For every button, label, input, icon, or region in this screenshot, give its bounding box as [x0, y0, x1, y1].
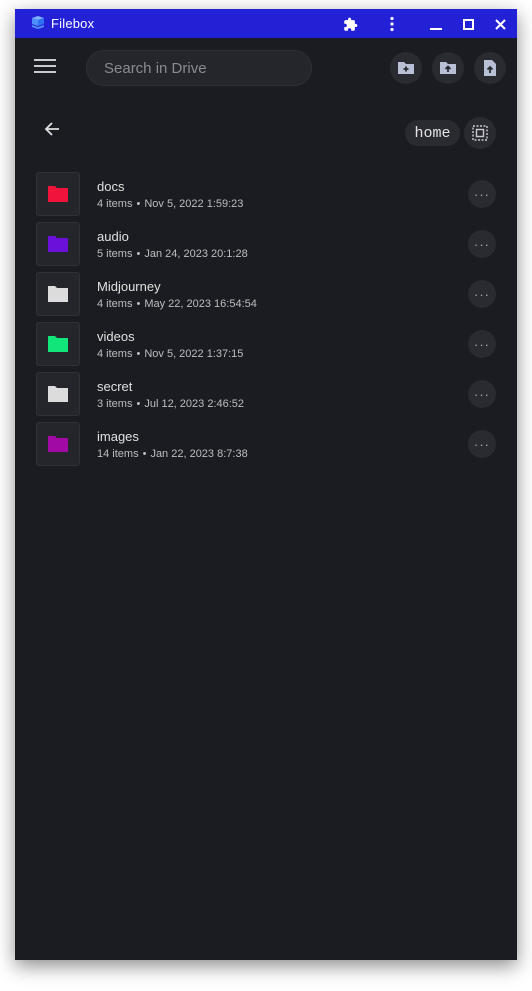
search-box[interactable]: [86, 50, 312, 86]
folder-thumbnail: [36, 422, 80, 466]
minimize-button[interactable]: [425, 13, 447, 35]
select-all-icon: [472, 125, 488, 141]
title-bar[interactable]: Filebox: [15, 9, 517, 38]
row-more-button[interactable]: ···: [468, 230, 496, 258]
create-new-folder-icon: [398, 62, 414, 74]
upload-file-button[interactable]: [474, 52, 506, 84]
row-more-button[interactable]: ···: [468, 280, 496, 308]
breadcrumb[interactable]: home: [405, 120, 460, 146]
folder-thumbnail: [36, 222, 80, 266]
puzzle-extension-icon: [343, 17, 357, 31]
select-mode-button[interactable]: [464, 117, 496, 149]
titlebar-menu-button[interactable]: [381, 13, 403, 35]
menu-button[interactable]: [34, 58, 60, 78]
more-horizontal-icon: ···: [474, 186, 490, 202]
hamburger-menu-icon: [34, 59, 56, 73]
close-button[interactable]: [489, 13, 511, 35]
list-item[interactable]: secret 3 items • Jul 12, 2023 2:46:52 ···: [15, 370, 517, 420]
file-name: Midjourney: [97, 279, 161, 294]
row-more-button[interactable]: ···: [468, 380, 496, 408]
close-icon: [494, 18, 506, 30]
row-more-button[interactable]: ···: [468, 430, 496, 458]
app-logo-icon: [32, 16, 44, 29]
list-item[interactable]: images 14 items • Jan 22, 2023 8:7:38 ···: [15, 420, 517, 470]
file-meta: 4 items • Nov 5, 2022 1:59:23: [97, 198, 244, 210]
file-name: audio: [97, 229, 129, 244]
more-horizontal-icon: ···: [474, 436, 490, 452]
more-vertical-icon: [390, 16, 394, 32]
extensions-button[interactable]: [339, 13, 361, 35]
folder-upload-icon: [440, 62, 456, 74]
maximize-button[interactable]: [457, 13, 479, 35]
maximize-icon: [462, 18, 474, 30]
file-upload-icon: [484, 60, 496, 76]
folder-icon: [48, 386, 68, 402]
folder-icon: [48, 286, 68, 302]
list-item[interactable]: docs 4 items • Nov 5, 2022 1:59:23 ···: [15, 170, 517, 220]
folder-thumbnail: [36, 372, 80, 416]
window-title: Filebox: [51, 16, 95, 31]
list-item[interactable]: videos 4 items • Nov 5, 2022 1:37:15 ···: [15, 320, 517, 370]
folder-icon: [48, 336, 68, 352]
folder-thumbnail: [36, 322, 80, 366]
file-meta: 5 items • Jan 24, 2023 20:1:28: [97, 248, 248, 260]
more-horizontal-icon: ···: [474, 236, 490, 252]
file-meta: 3 items • Jul 12, 2023 2:46:52: [97, 398, 245, 410]
upload-folder-button[interactable]: [432, 52, 464, 84]
file-name: videos: [97, 329, 135, 344]
minimize-icon: [430, 28, 442, 30]
list-item[interactable]: audio 5 items • Jan 24, 2023 20:1:28 ···: [15, 220, 517, 270]
back-button[interactable]: [44, 121, 70, 145]
new-folder-button[interactable]: [390, 52, 422, 84]
list-item[interactable]: Midjourney 4 items • May 22, 2023 16:54:54…: [15, 270, 517, 320]
more-horizontal-icon: ···: [474, 386, 490, 402]
file-name: secret: [97, 379, 133, 394]
folder-icon: [48, 236, 68, 252]
row-more-button[interactable]: ···: [468, 180, 496, 208]
file-meta: 14 items • Jan 22, 2023 8:7:38: [97, 448, 248, 460]
folder-icon: [48, 436, 68, 452]
file-meta: 4 items • May 22, 2023 16:54:54: [97, 298, 257, 310]
file-name: images: [97, 429, 139, 444]
more-horizontal-icon: ···: [474, 336, 490, 352]
breadcrumb-home: home: [414, 124, 451, 142]
row-more-button[interactable]: ···: [468, 330, 496, 358]
folder-thumbnail: [36, 272, 80, 316]
file-name: docs: [97, 179, 125, 194]
folder-thumbnail: [36, 172, 80, 216]
filebox-window: Filebox Search in Drive home docs 4 item…: [15, 9, 517, 960]
search-input[interactable]: [102, 58, 296, 78]
folder-icon: [48, 186, 68, 202]
file-meta: 4 items • Nov 5, 2022 1:37:15: [97, 348, 244, 360]
arrow-left-icon: [44, 122, 59, 136]
more-horizontal-icon: ···: [474, 286, 490, 302]
